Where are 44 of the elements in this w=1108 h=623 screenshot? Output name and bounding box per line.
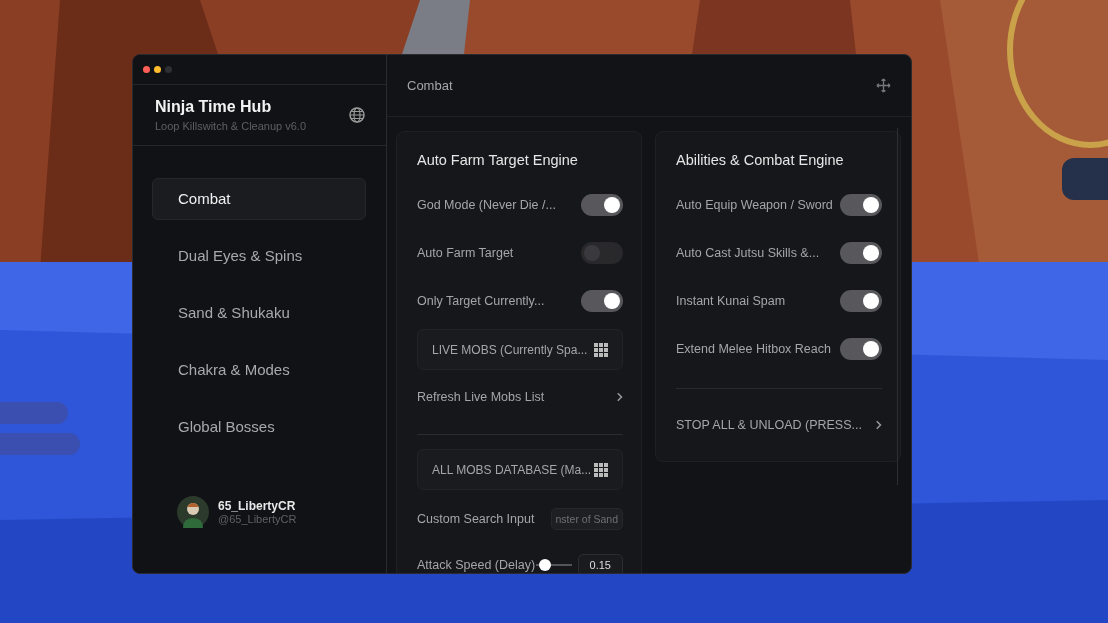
toggle-label: Auto Equip Weapon / Sword — [676, 198, 833, 212]
toggle-label: Instant Kunai Spam — [676, 294, 786, 308]
app-subtitle: Loop Killswitch & Cleanup v6.0 — [155, 120, 307, 132]
toggle-label: Only Target Currently... — [417, 294, 545, 308]
dropdown[interactable]: LIVE MOBS (Currently Spa... — [417, 329, 623, 370]
globe-icon[interactable] — [349, 107, 365, 123]
maximize-dot[interactable] — [165, 66, 172, 73]
grid-icon — [594, 342, 608, 357]
avatar-icon — [177, 496, 209, 528]
profile-name: 65_LibertyCR — [218, 499, 297, 513]
sidebar-tab[interactable]: Combat — [152, 178, 366, 220]
sidebar-tab[interactable]: Chakra & Modes — [152, 349, 366, 391]
sidebar-tab[interactable]: Global Bosses — [152, 406, 366, 448]
action-button[interactable]: STOP ALL & UNLOAD (PRESS... — [676, 403, 882, 447]
section-title: Abilities & Combat Engine — [676, 152, 845, 170]
dropdown[interactable]: ALL MOBS DATABASE (Ma... — [417, 449, 623, 490]
toggle-switch[interactable] — [840, 290, 882, 312]
toggle-switch[interactable] — [581, 290, 623, 312]
close-dot[interactable] — [143, 66, 150, 73]
slider-value[interactable]: 0.15 — [577, 554, 623, 573]
toggle-label: Auto Cast Jutsu Skills &... — [676, 246, 820, 260]
chevron-icon — [617, 392, 623, 402]
toggle-switch[interactable] — [581, 194, 623, 216]
toggle-switch[interactable] — [840, 242, 882, 264]
toggle-switch[interactable] — [840, 194, 882, 216]
toggle-label: Extend Melee Hitbox Reach — [676, 342, 831, 356]
profile-handle: @65_LibertyCR — [218, 513, 297, 525]
slider-label: Attack Speed (Delay) — [417, 558, 536, 572]
chevron-icon — [876, 420, 882, 430]
move-icon[interactable] — [876, 78, 891, 93]
action-button[interactable]: Refresh Live Mobs List — [417, 375, 623, 419]
input-label: Custom Search Input — [417, 512, 535, 526]
slider[interactable] — [535, 559, 572, 571]
section-title: Auto Farm Target Engine — [417, 152, 579, 170]
page-title: Combat — [407, 78, 453, 93]
sidebar-tab[interactable]: Dual Eyes & Spins — [152, 235, 366, 277]
toggle-switch[interactable] — [840, 338, 882, 360]
toggle-label: God Mode (Never Die /... — [417, 198, 556, 212]
grid-icon — [594, 462, 608, 477]
toggle-switch[interactable] — [581, 242, 623, 264]
minimize-dot[interactable] — [154, 66, 161, 73]
sidebar-tab[interactable]: Sand & Shukaku — [152, 292, 366, 334]
toggle-label: Auto Farm Target — [417, 246, 514, 260]
app-title: Ninja Time Hub — [155, 98, 273, 116]
